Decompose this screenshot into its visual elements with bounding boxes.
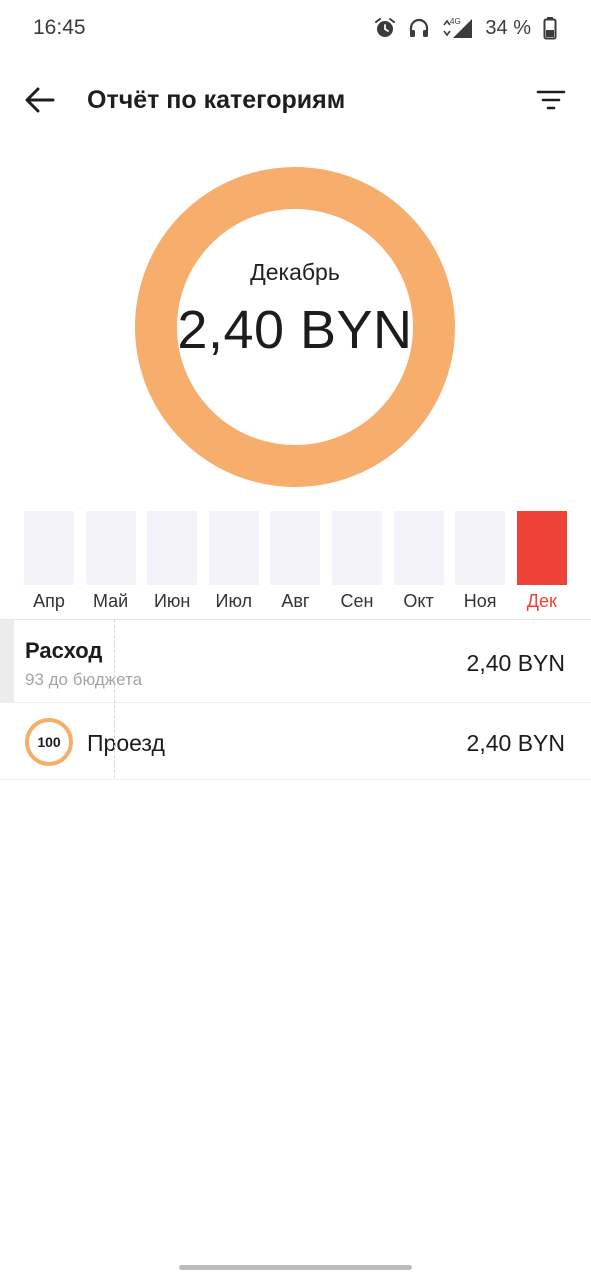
signal-icon: 4G xyxy=(441,16,475,40)
battery-icon xyxy=(543,16,557,40)
headphones-icon xyxy=(407,16,431,40)
expense-amount: 2,40 BYN xyxy=(466,650,565,676)
month-label: Апр xyxy=(33,591,65,611)
month-bar xyxy=(208,511,259,585)
month-bar xyxy=(147,511,198,585)
app-bar: Отчёт по категориям xyxy=(0,70,591,130)
divider xyxy=(0,779,591,780)
month-label: Июл xyxy=(215,591,253,611)
month-selector: Апр Май Июн Июл Авг Сен Окт Ноя Дек xyxy=(24,511,567,615)
month-1[interactable]: Апр xyxy=(24,511,74,611)
alarm-icon xyxy=(373,16,397,40)
budget-remaining: 93 до бюджета xyxy=(25,670,143,689)
status-icons: 4G 34 % xyxy=(373,14,557,42)
page-title: Отчёт по категориям xyxy=(87,86,346,114)
month-6[interactable]: Сен xyxy=(332,511,382,611)
month-7[interactable]: Окт xyxy=(393,511,444,611)
back-button[interactable] xyxy=(20,82,60,118)
category-percent: 100 xyxy=(37,734,61,750)
month-3[interactable]: Июн xyxy=(147,511,198,611)
month-label: Май xyxy=(92,591,129,611)
month-bar xyxy=(455,511,506,585)
arrow-left-icon xyxy=(25,87,55,113)
battery-percent: 34 % xyxy=(485,16,531,39)
filter-button[interactable] xyxy=(531,82,571,118)
svg-text:4G: 4G xyxy=(450,17,461,26)
filter-icon xyxy=(536,90,566,110)
month-label: Окт xyxy=(403,591,434,611)
month-2[interactable]: Май xyxy=(85,511,136,611)
month-5[interactable]: Авг xyxy=(270,511,321,611)
expense-title: Расход xyxy=(25,638,103,663)
month-bar xyxy=(85,511,136,585)
home-indicator[interactable] xyxy=(179,1265,412,1270)
month-bar xyxy=(516,511,567,585)
month-bar xyxy=(332,511,382,585)
status-time: 16:45 xyxy=(33,16,86,39)
category-amount: 2,40 BYN xyxy=(466,730,565,756)
month-label: Июн xyxy=(153,591,191,611)
month-4[interactable]: Июл xyxy=(208,511,259,611)
month-label: Сен xyxy=(340,591,374,611)
row-accent xyxy=(0,620,14,702)
status-bar: 16:45 4G 34 % xyxy=(0,0,591,56)
month-label: Ноя xyxy=(463,591,497,611)
category-name: Проезд xyxy=(87,730,165,756)
month-label: Авг xyxy=(281,591,310,611)
month-bar xyxy=(393,511,444,585)
expense-summary-row[interactable]: Расход 93 до бюджета 2,40 BYN xyxy=(0,620,591,702)
category-row[interactable]: 100 Проезд 2,40 BYN xyxy=(0,703,591,779)
month-bar xyxy=(24,511,74,585)
month-8[interactable]: Ноя xyxy=(455,511,506,611)
summary-donut[interactable]: Декабрь 2,40 BYN xyxy=(135,167,455,487)
summary-month: Декабрь xyxy=(250,259,340,285)
summary-amount: 2,40 BYN xyxy=(177,300,413,360)
month-bar xyxy=(270,511,321,585)
budget-marker-line xyxy=(114,620,115,778)
month-label: Дек xyxy=(526,591,557,611)
month-9[interactable]: Дек xyxy=(516,511,567,611)
